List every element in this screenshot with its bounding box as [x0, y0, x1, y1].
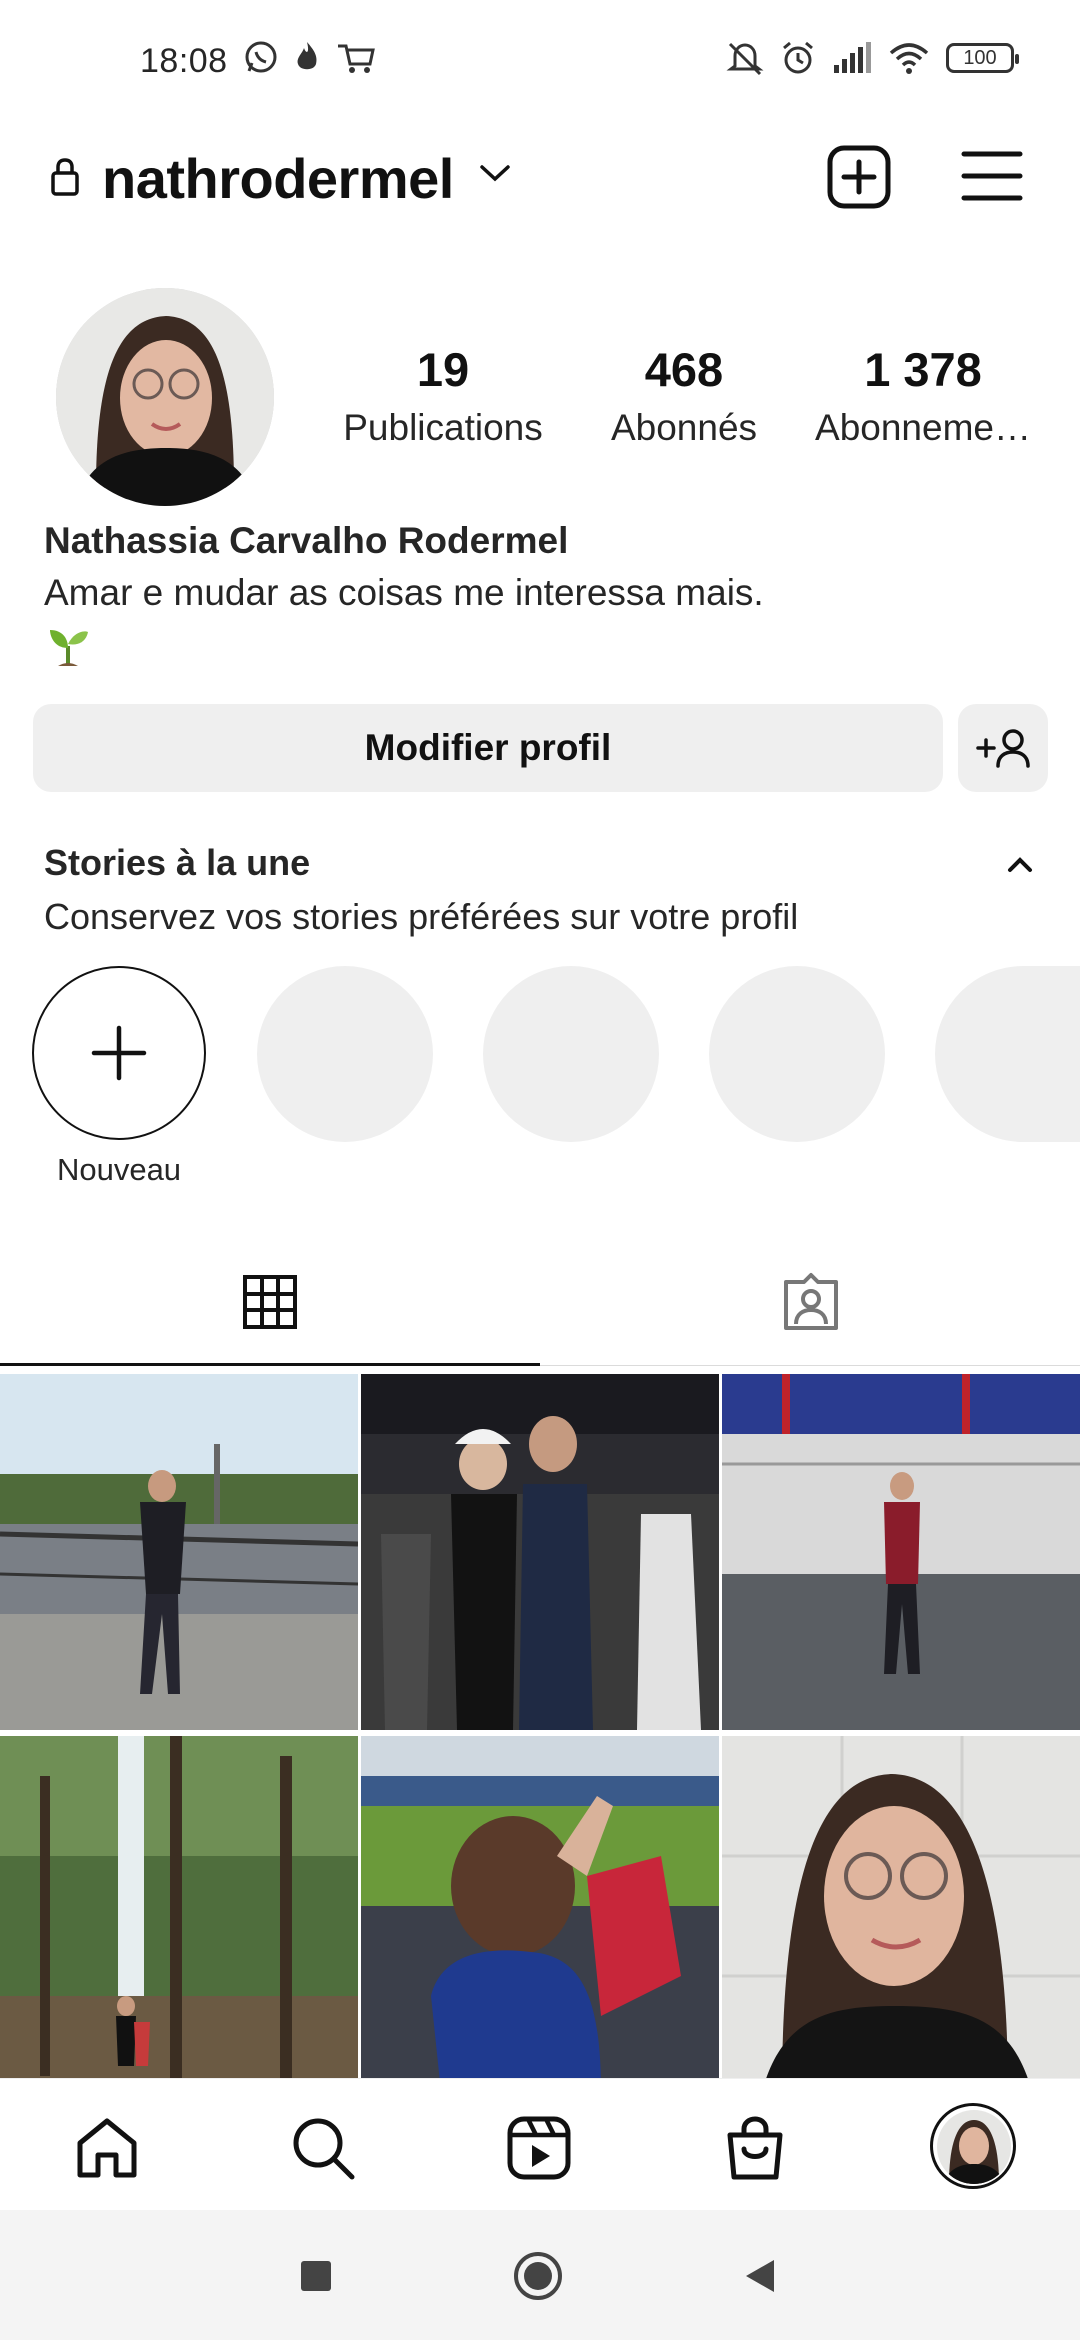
- stat-posts-count: 19: [416, 343, 470, 396]
- edit-profile-button[interactable]: Modifier profil: [33, 704, 943, 792]
- highlight-placeholder: [257, 966, 433, 1142]
- stat-following-count: 1 378: [864, 343, 982, 396]
- grid-icon: [243, 1275, 297, 1329]
- bio-text: Amar e mudar as coisas me interessa mais…: [44, 572, 764, 613]
- shopping-cart-icon: [338, 44, 375, 73]
- recent-apps-icon[interactable]: [298, 2258, 334, 2294]
- stat-following-label: Abonneme…: [815, 407, 1031, 448]
- stat-followers[interactable]: 468 Abonnés: [600, 342, 768, 449]
- tab-posts-grid[interactable]: [0, 1262, 540, 1366]
- alarm-icon: [783, 41, 813, 74]
- new-highlight-button[interactable]: [32, 966, 206, 1140]
- status-bar: 18:08 100: [0, 0, 1080, 120]
- highlight-placeholder: [483, 966, 659, 1142]
- lock-icon: [51, 158, 79, 196]
- wifi-icon: [889, 43, 929, 74]
- discover-people-button[interactable]: [958, 704, 1048, 792]
- profile-avatar[interactable]: [56, 288, 274, 506]
- new-highlight-label: Nouveau: [56, 1152, 182, 1187]
- highlight-placeholder: [709, 966, 885, 1142]
- home-icon[interactable]: [72, 2113, 142, 2183]
- whatsapp-icon: [245, 41, 277, 73]
- post-thumbnail[interactable]: [0, 1736, 358, 2092]
- stat-posts[interactable]: 19 Publications: [332, 342, 554, 449]
- battery-indicator: 100: [946, 43, 1019, 73]
- bottom-nav: [0, 2078, 1080, 2210]
- back-icon[interactable]: [740, 2256, 780, 2296]
- chevron-up-icon[interactable]: [1004, 852, 1036, 876]
- stat-following[interactable]: 1 378 Abonneme…: [812, 342, 1034, 449]
- username[interactable]: nathrodermel: [102, 146, 454, 211]
- shop-icon[interactable]: [720, 2113, 790, 2183]
- post-thumbnail[interactable]: [361, 1374, 719, 1730]
- signal-icon: [834, 42, 871, 73]
- search-icon[interactable]: [288, 2113, 358, 2183]
- status-time: 18:08: [140, 42, 228, 80]
- highlights-title: Stories à la une: [44, 842, 311, 883]
- stat-posts-label: Publications: [343, 407, 543, 448]
- bell-muted-icon: [726, 42, 764, 76]
- post-thumbnail[interactable]: [722, 1374, 1080, 1730]
- full-name: Nathassia Carvalho Rodermel: [44, 520, 569, 561]
- chevron-down-icon[interactable]: [478, 162, 512, 184]
- profile-header: nathrodermel: [0, 120, 1080, 235]
- reels-icon[interactable]: [504, 2113, 574, 2183]
- post-thumbnail[interactable]: [361, 1736, 719, 2092]
- profile-tab-avatar[interactable]: [930, 2103, 1016, 2189]
- post-thumbnail[interactable]: [722, 1736, 1080, 2092]
- menu-icon[interactable]: [960, 146, 1024, 206]
- stat-followers-label: Abonnés: [610, 407, 758, 448]
- create-post-icon[interactable]: [826, 144, 892, 210]
- tab-tagged[interactable]: [540, 1262, 1080, 1366]
- tagged-person-icon: [784, 1273, 838, 1330]
- post-thumbnail[interactable]: [0, 1374, 358, 1730]
- seedling-icon: [50, 630, 88, 666]
- plus-icon: [91, 1025, 147, 1081]
- highlight-placeholder: [935, 966, 1080, 1142]
- home-button-icon[interactable]: [512, 2250, 564, 2302]
- flame-icon: [297, 42, 317, 70]
- stat-followers-count: 468: [644, 343, 724, 396]
- add-person-icon: [976, 729, 1030, 768]
- posts-grid: [0, 1374, 1080, 2092]
- highlights-subtitle: Conservez vos stories préférées sur votr…: [44, 896, 799, 937]
- system-navigation-bar: [0, 2210, 1080, 2340]
